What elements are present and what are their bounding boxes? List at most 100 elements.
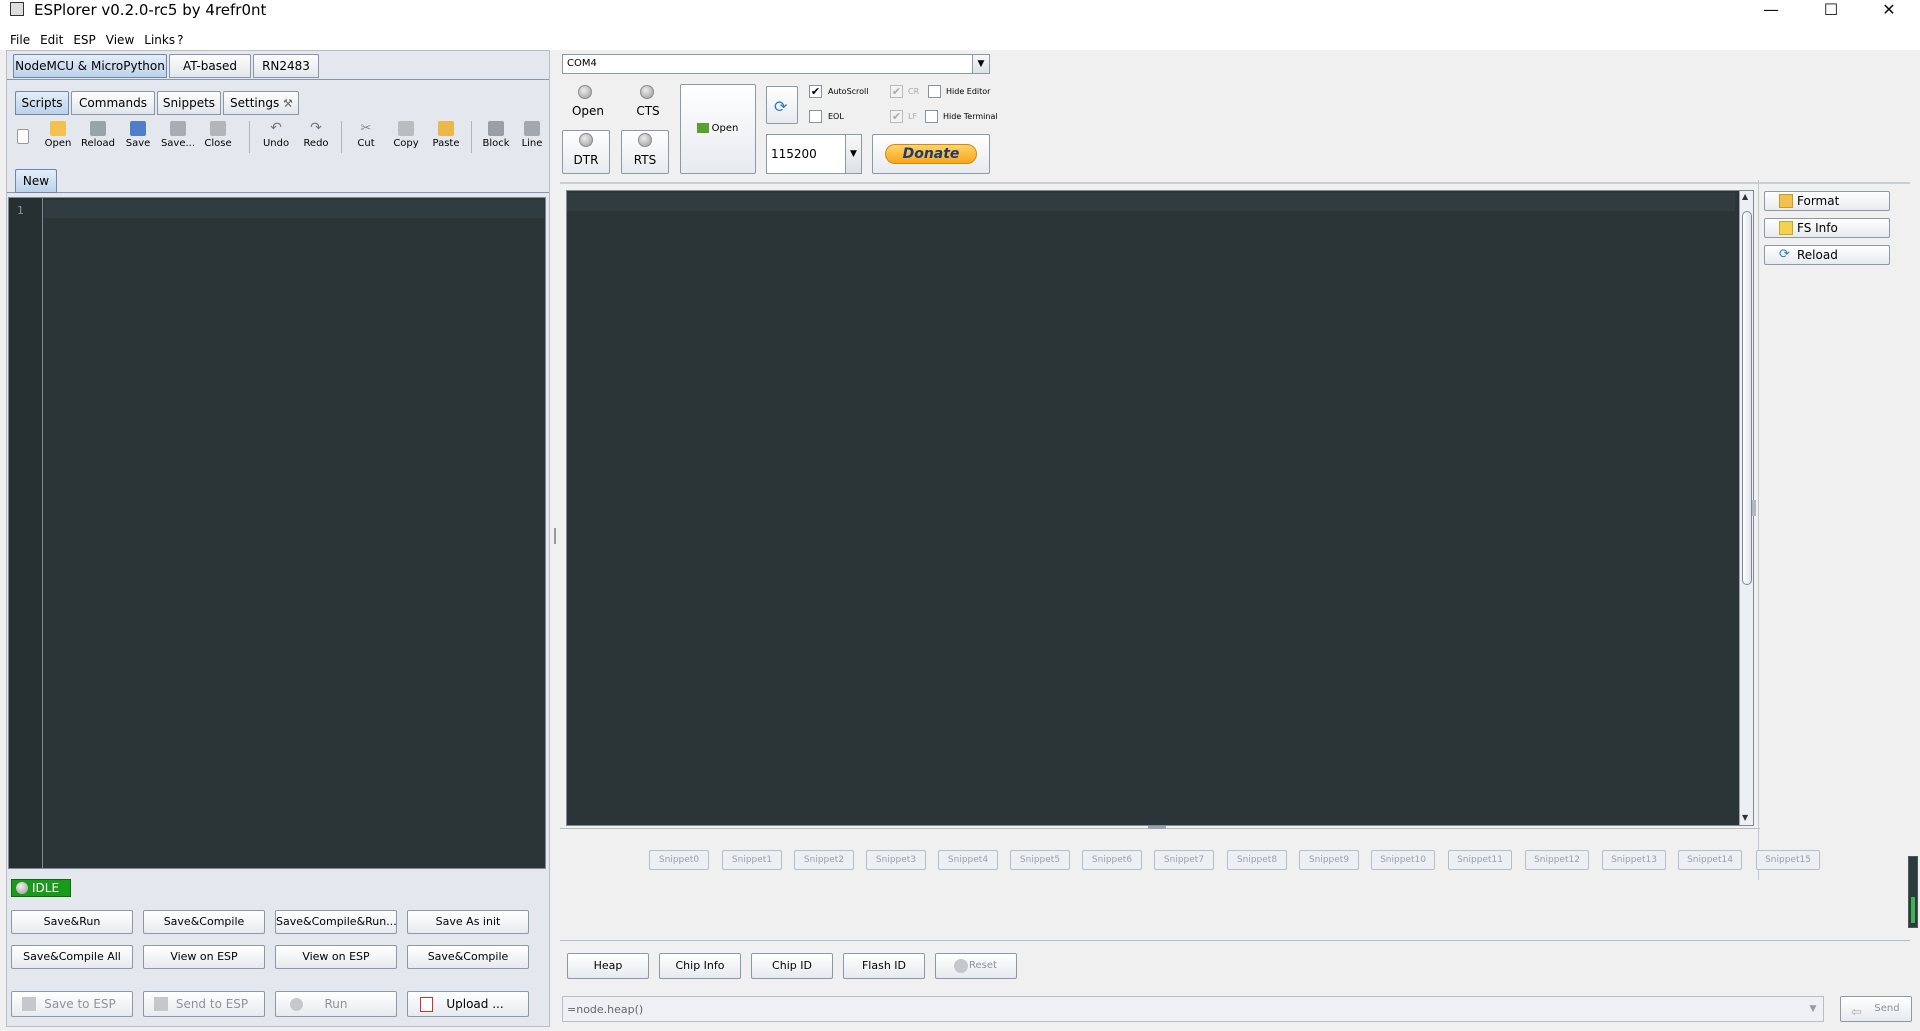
menu-help[interactable]: ? xyxy=(176,31,188,49)
maximize-button[interactable]: ☐ xyxy=(1808,0,1854,22)
flash-id-button[interactable]: Flash ID xyxy=(843,953,925,979)
terminal-scrollbar[interactable]: ▲ ▼ xyxy=(1739,191,1753,825)
menu-file[interactable]: File xyxy=(5,31,35,49)
send-to-esp-button[interactable]: Send to ESP xyxy=(143,991,265,1017)
snippet-button-9[interactable]: Snippet9 xyxy=(1299,850,1359,870)
refresh-button[interactable]: ⟳ xyxy=(766,86,798,124)
snippet-button-5[interactable]: Snippet5 xyxy=(1010,850,1070,870)
save-run-button[interactable]: Save&Run xyxy=(11,910,133,934)
snippet-button-3[interactable]: Snippet3 xyxy=(866,850,926,870)
save-as-init-button[interactable]: Save As init xyxy=(407,910,529,934)
snippet-button-2[interactable]: Snippet2 xyxy=(794,850,854,870)
port-select[interactable]: COM4 xyxy=(562,54,990,74)
scroll-up-icon[interactable]: ▲ xyxy=(1742,192,1748,201)
menu-esp[interactable]: ESP xyxy=(68,31,100,49)
tab-nodemcu[interactable]: NodeMCU & MicroPython xyxy=(13,54,167,78)
scroll-down-icon[interactable]: ▼ xyxy=(1742,813,1748,822)
snippet-button-14[interactable]: Snippet14 xyxy=(1678,850,1742,870)
snippet-button-4[interactable]: Snippet4 xyxy=(938,850,998,870)
new-file-button[interactable] xyxy=(9,117,37,157)
lf-checkbox[interactable]: ✔ xyxy=(890,110,903,123)
upload-button[interactable]: Upload ... xyxy=(407,991,529,1017)
hide-editor-checkbox[interactable] xyxy=(928,85,941,98)
rts-button[interactable]: RTS xyxy=(621,130,669,174)
view-on-esp-button[interactable]: View on ESP xyxy=(143,945,265,969)
run-button[interactable]: Run xyxy=(275,991,397,1017)
autoscroll-checkbox[interactable]: ✔ xyxy=(809,85,822,98)
save-as-button[interactable]: Save... xyxy=(159,117,197,157)
cut-button[interactable]: ✂ Cut xyxy=(347,117,385,157)
scrollbar-thumb[interactable] xyxy=(1742,211,1752,585)
panel-splitter[interactable] xyxy=(551,50,559,1027)
snippet-button-12[interactable]: Snippet12 xyxy=(1525,850,1589,870)
snippet-button-10[interactable]: Snippet10 xyxy=(1371,850,1435,870)
save-button[interactable]: Save xyxy=(119,117,157,157)
format-button[interactable]: Format xyxy=(1764,191,1890,211)
terminal-output[interactable]: ▲ ▼ xyxy=(566,190,1754,826)
chip-id-button[interactable]: Chip ID xyxy=(751,953,833,979)
tab-snippets[interactable]: Snippets xyxy=(157,91,221,115)
status-led-icon xyxy=(16,882,28,894)
side-reload-button[interactable]: ⟳ Reload xyxy=(1764,245,1890,265)
copy-button[interactable]: Copy xyxy=(387,117,425,157)
snippet-button-8[interactable]: Snippet8 xyxy=(1227,850,1287,870)
line-button[interactable]: Line xyxy=(517,117,547,157)
save-compile-button[interactable]: Save&Compile xyxy=(143,910,265,934)
reload-icon xyxy=(90,121,106,136)
block-button[interactable]: Block xyxy=(477,117,515,157)
snippet-button-11[interactable]: Snippet11 xyxy=(1448,850,1512,870)
line-number-gutter: 1 xyxy=(9,198,43,868)
save-compile-run-button[interactable]: Save&Compile&Run... xyxy=(275,910,397,934)
current-line-highlight xyxy=(44,200,544,218)
hide-terminal-checkbox[interactable] xyxy=(925,110,938,123)
app-icon xyxy=(10,2,24,16)
view-on-esp-button-2[interactable]: View on ESP xyxy=(275,945,397,969)
chevron-down-icon[interactable]: ▼ xyxy=(972,55,989,73)
chip-info-button[interactable]: Chip Info xyxy=(659,953,741,979)
format-label: Format xyxy=(1797,194,1840,208)
paste-button[interactable]: Paste xyxy=(427,117,465,157)
reset-button[interactable]: Reset xyxy=(935,953,1017,979)
menu-view[interactable]: View xyxy=(101,31,139,49)
cr-checkbox[interactable]: ✔ xyxy=(890,85,903,98)
tab-rn2483[interactable]: RN2483 xyxy=(253,54,319,78)
open-port-button[interactable]: Open xyxy=(680,84,756,174)
send-button[interactable]: ⇦ Send xyxy=(1840,996,1912,1022)
donate-button[interactable]: Donate xyxy=(872,134,990,174)
snippet-button-15[interactable]: Snippet15 xyxy=(1756,850,1820,870)
close-button[interactable]: ✕ xyxy=(1866,0,1912,22)
reload-button[interactable]: Reload xyxy=(79,117,117,157)
dtr-button[interactable]: DTR xyxy=(562,130,610,174)
fs-info-button[interactable]: FS Info xyxy=(1764,218,1890,238)
tab-commands[interactable]: Commands xyxy=(71,91,155,115)
menu-edit[interactable]: Edit xyxy=(35,31,68,49)
minimize-button[interactable]: — xyxy=(1748,0,1794,22)
tab-at-based[interactable]: AT-based xyxy=(169,54,251,78)
snippet-button-1[interactable]: Snippet1 xyxy=(722,850,782,870)
command-input[interactable]: =node.heap() ▼ xyxy=(562,996,1824,1022)
snippet-button-6[interactable]: Snippet6 xyxy=(1082,850,1142,870)
command-chevron-icon[interactable]: ▼ xyxy=(1803,997,1823,1021)
terminal-splitter-grip[interactable] xyxy=(1148,826,1166,829)
snippet-button-13[interactable]: Snippet13 xyxy=(1602,850,1666,870)
tab-scripts[interactable]: Scripts xyxy=(15,91,69,115)
close-file-button[interactable]: Close xyxy=(199,117,237,157)
code-editor[interactable]: 1 xyxy=(8,197,546,869)
undo-label: Undo xyxy=(262,138,290,149)
tab-settings[interactable]: Settings ⚒ xyxy=(223,91,299,115)
open-button[interactable]: Open xyxy=(39,117,77,157)
heap-button[interactable]: Heap xyxy=(567,953,649,979)
menu-links[interactable]: Links xyxy=(139,31,176,49)
snippet-button-0[interactable]: Snippet0 xyxy=(649,850,709,870)
save-compile-button-2[interactable]: Save&Compile xyxy=(407,945,529,969)
undo-button[interactable]: ↶ Undo xyxy=(257,117,295,157)
baud-select[interactable]: 115200 ▼ xyxy=(766,134,862,174)
side-splitter-grip[interactable] xyxy=(1752,500,1756,516)
eol-checkbox[interactable] xyxy=(809,110,822,123)
block-label: Block xyxy=(482,138,510,149)
tab-new-file[interactable]: New xyxy=(15,169,57,193)
redo-button[interactable]: ↷ Redo xyxy=(297,117,335,157)
snippet-button-7[interactable]: Snippet7 xyxy=(1154,850,1214,870)
save-to-esp-button[interactable]: Save to ESP xyxy=(11,991,133,1017)
save-compile-all-button[interactable]: Save&Compile All xyxy=(11,945,133,969)
